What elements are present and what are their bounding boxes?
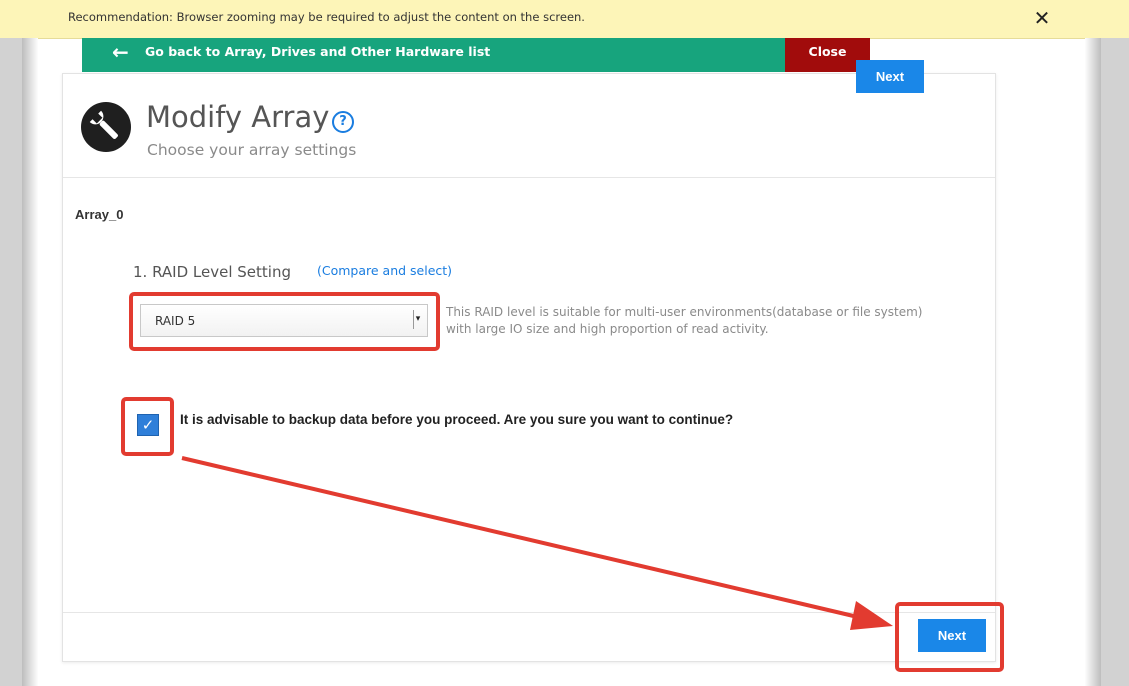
confirm-checkbox[interactable]: ✓ [137, 414, 159, 436]
raid-level-label: 1. RAID Level Setting [133, 263, 291, 281]
next-button-bottom[interactable]: Next [918, 619, 986, 652]
back-label: Go back to Array, Drives and Other Hardw… [145, 44, 491, 59]
array-name: Array_0 [75, 207, 124, 222]
close-icon[interactable]: ✕ [1030, 6, 1054, 30]
wrench-icon [81, 102, 131, 152]
question-circle-icon[interactable]: ? [332, 111, 354, 133]
left-gutter [0, 38, 22, 686]
right-gutter [1101, 38, 1129, 686]
left-shadow [22, 38, 38, 686]
footer-divider [63, 612, 995, 613]
page-title: Modify Array [146, 100, 330, 134]
raid-level-value: RAID 5 [155, 314, 196, 328]
banner-text: Recommendation: Browser zooming may be r… [68, 10, 585, 24]
back-to-list-button[interactable]: ← Go back to Array, Drives and Other Har… [82, 38, 785, 72]
modify-array-panel: Modify Array ? Choose your array setting… [62, 73, 996, 662]
arrow-left-icon: ← [112, 40, 129, 64]
next-button-top[interactable]: Next [856, 60, 924, 93]
compare-and-select-link[interactable]: (Compare and select) [317, 263, 452, 278]
page-subtitle: Choose your array settings [147, 141, 357, 159]
chevron-down-icon: ▾ [413, 310, 422, 329]
raid-level-select[interactable]: RAID 5 ▾ [140, 304, 428, 337]
confirm-text: It is advisable to backup data before yo… [180, 412, 734, 427]
right-shadow [1085, 38, 1101, 686]
recommendation-banner: Recommendation: Browser zooming may be r… [0, 0, 1129, 39]
raid-level-description: This RAID level is suitable for multi-us… [446, 305, 923, 336]
